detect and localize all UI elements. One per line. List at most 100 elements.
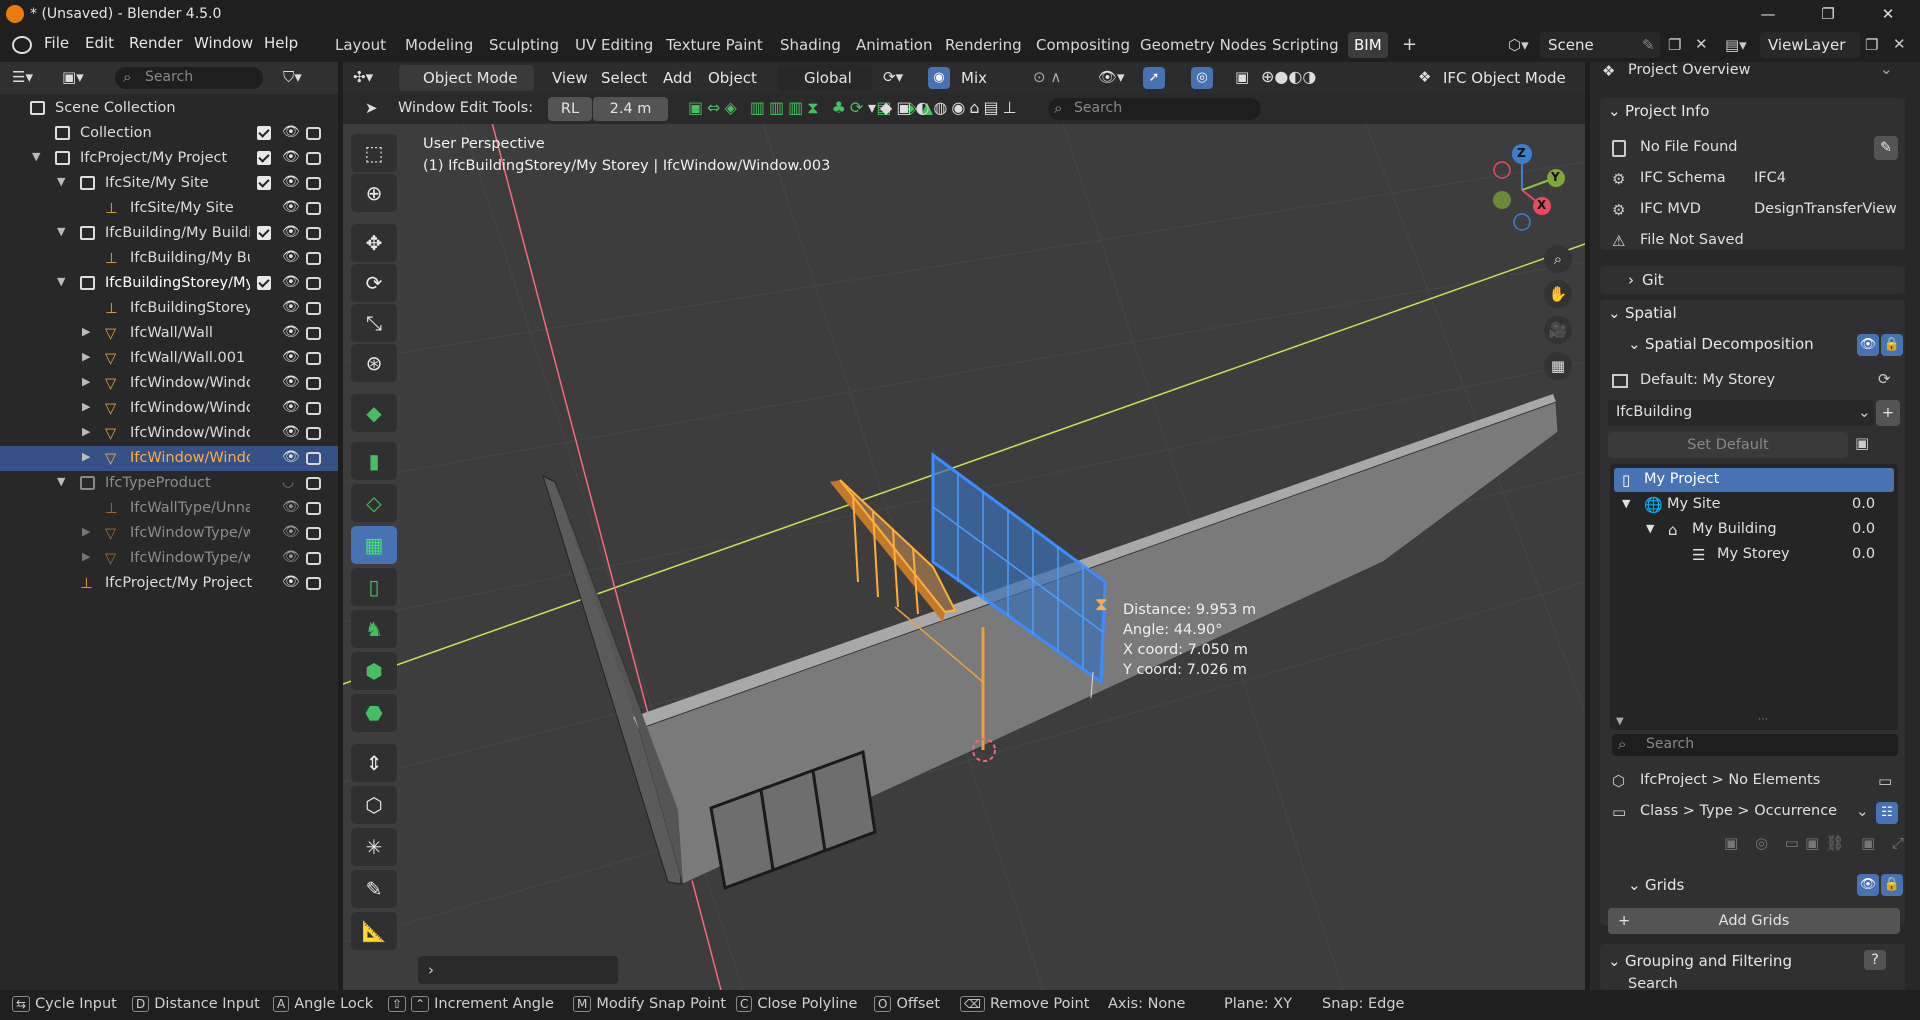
camera-icon[interactable]: [306, 302, 321, 315]
eye-icon[interactable]: 👁: [282, 174, 300, 190]
camera-icon[interactable]: [306, 277, 321, 290]
move-tool-icon[interactable]: ✥: [351, 224, 397, 262]
chevron-right-icon[interactable]: ▶: [82, 425, 90, 438]
tool-search-input[interactable]: ⌕ Search: [1048, 98, 1261, 120]
git-header[interactable]: Git: [1642, 271, 1664, 289]
ifc-select-tool-icon[interactable]: ◆: [351, 394, 397, 432]
tab-compositing[interactable]: Compositing: [1030, 32, 1136, 58]
display-icons-row[interactable]: ▾◆▣◐◍◉⌂▤⊥: [868, 98, 1021, 117]
chevron-down-icon[interactable]: ⌄: [1628, 335, 1641, 353]
ifc-mode-icon[interactable]: ❖: [1418, 68, 1431, 86]
list-grip-icon[interactable]: ⋯: [1758, 714, 1768, 725]
eye-icon[interactable]: 👁: [282, 349, 300, 365]
include-checkbox[interactable]: [257, 226, 271, 240]
navigation-gizmo[interactable]: Z Y X: [1470, 140, 1570, 240]
outliner-row[interactable]: Collection 👁: [0, 121, 338, 146]
eye-icon[interactable]: 👁: [282, 549, 300, 565]
eye-icon[interactable]: 👁: [282, 574, 300, 590]
camera-icon[interactable]: [306, 452, 321, 465]
pivot-icon[interactable]: ⟳▾: [883, 68, 903, 86]
grids-eye-icon[interactable]: 👁: [1857, 874, 1879, 896]
chevron-down-icon[interactable]: ⌄: [1608, 952, 1621, 970]
eye-icon[interactable]: 👁: [282, 324, 300, 340]
eye-icon[interactable]: 👁: [282, 499, 300, 515]
snap-mix[interactable]: Mix: [961, 69, 987, 87]
include-checkbox[interactable]: [257, 151, 271, 165]
help-icon[interactable]: ?: [1864, 950, 1886, 970]
camera-icon[interactable]: [306, 352, 321, 365]
tree-search-input[interactable]: ⌕ Search: [1612, 734, 1898, 756]
spatial-header[interactable]: Spatial: [1625, 304, 1677, 322]
new-viewlayer-icon[interactable]: ❐: [1865, 36, 1878, 54]
chevron-right-icon[interactable]: ▶: [82, 325, 90, 338]
refresh-icon[interactable]: ⟳: [1878, 370, 1891, 388]
furniture-tool-icon[interactable]: ♞: [351, 610, 397, 648]
column-tool-icon[interactable]: ▯: [351, 568, 397, 606]
tab-geometry-nodes[interactable]: Geometry Nodes: [1134, 32, 1273, 58]
chevron-right-icon[interactable]: ▶: [82, 350, 90, 363]
tab-uv-editing[interactable]: UV Editing: [569, 32, 659, 58]
grouping-header[interactable]: Grouping and Filtering: [1625, 952, 1792, 970]
search-sub-header[interactable]: Search: [1628, 976, 1678, 990]
cursor-tool-icon[interactable]: ⊕: [351, 174, 397, 212]
chevron-down-icon[interactable]: ⌄: [1880, 60, 1893, 78]
chevron-right-icon[interactable]: ›: [1628, 271, 1634, 289]
maximize-button[interactable]: ❐: [1805, 0, 1851, 28]
orientation-dropdown[interactable]: Global: [778, 65, 872, 91]
chevron-down-icon[interactable]: ▼: [57, 475, 65, 488]
tree-view-icon[interactable]: ☷: [1876, 802, 1898, 824]
chevron-right-icon[interactable]: ▶: [82, 375, 90, 388]
menu-help[interactable]: Help: [264, 34, 298, 52]
annotate-tool-icon[interactable]: ✎: [351, 870, 397, 908]
add-workspace-icon[interactable]: +: [1396, 32, 1423, 58]
grids-lock-icon[interactable]: 🔒: [1881, 874, 1903, 896]
chevron-right-icon[interactable]: ▶: [82, 450, 90, 463]
camera-icon[interactable]: [306, 152, 321, 165]
add-grids-button[interactable]: + Add Grids: [1608, 908, 1900, 934]
pin-icon[interactable]: ✎: [1642, 36, 1655, 54]
menu-window[interactable]: Window: [194, 34, 253, 52]
scale-tool-icon[interactable]: ⤡: [351, 304, 397, 342]
minimize-button[interactable]: —: [1745, 0, 1791, 28]
pan-hand-icon[interactable]: ✋: [1544, 280, 1572, 308]
eye-icon[interactable]: ◡: [282, 474, 294, 490]
gizmo-toggle-icon[interactable]: ➚: [1143, 67, 1165, 89]
scene-selector-icon[interactable]: ⬡▾: [1508, 36, 1529, 54]
rotate-tool-icon[interactable]: ⟳: [351, 264, 397, 302]
class-type-select[interactable]: Class > Type > Occurrence ⌄: [1630, 800, 1870, 824]
menu-file[interactable]: File: [44, 34, 69, 52]
chevron-down-icon[interactable]: ⌄: [1608, 304, 1621, 322]
camera-icon[interactable]: [306, 577, 321, 590]
include-checkbox[interactable]: [257, 126, 271, 140]
last-operation-panel[interactable]: ›: [418, 956, 618, 984]
outliner-row[interactable]: ⊥ IfcSite/My Site 👁: [0, 196, 338, 221]
tab-layout[interactable]: Layout: [329, 32, 392, 58]
ifc-mode-dropdown[interactable]: IFC Object Mode: [1443, 69, 1566, 87]
chevron-down-icon[interactable]: ▼: [32, 150, 40, 163]
eye-icon[interactable]: 👁: [282, 299, 300, 315]
viewlayer-name[interactable]: ViewLayer: [1760, 32, 1860, 58]
include-checkbox[interactable]: [257, 276, 271, 290]
spatial-decomp-header[interactable]: Spatial Decomposition: [1645, 335, 1814, 353]
outliner-row[interactable]: ▼ IfcProject/My Project 👁: [0, 146, 338, 171]
editor-type-icon[interactable]: ✣▾: [353, 68, 373, 86]
outliner-row[interactable]: ▼ IfcTypeProduct ◡: [0, 471, 338, 496]
tab-modeling[interactable]: Modeling: [399, 32, 479, 58]
outliner-search-input[interactable]: ⌕ Search: [115, 67, 263, 89]
chevron-right-icon[interactable]: ▶: [82, 550, 90, 563]
menu-object[interactable]: Object: [708, 69, 757, 87]
menu-render[interactable]: Render: [129, 34, 182, 52]
camera-icon[interactable]: [306, 202, 321, 215]
tab-sculpting[interactable]: Sculpting: [483, 32, 565, 58]
eye-icon[interactable]: 👁: [282, 249, 300, 265]
tab-animation[interactable]: Animation: [850, 32, 938, 58]
tree-item-my-building[interactable]: ▼ ⌂ My Building 0.0: [1614, 518, 1894, 542]
tab-rendering[interactable]: Rendering: [939, 32, 1028, 58]
tab-scripting[interactable]: Scripting: [1266, 32, 1345, 58]
chevron-down-icon[interactable]: ▼: [57, 275, 65, 288]
outliner-row[interactable]: ▶ ▽ IfcWall/Wall.001 👁: [0, 346, 338, 371]
measure-tool-icon[interactable]: 📐: [351, 912, 397, 950]
outliner-row[interactable]: ▼ IfcBuilding/My Building 👁: [0, 221, 338, 246]
slab-tool-icon[interactable]: ◇: [351, 484, 397, 522]
camera-icon[interactable]: [306, 477, 321, 490]
